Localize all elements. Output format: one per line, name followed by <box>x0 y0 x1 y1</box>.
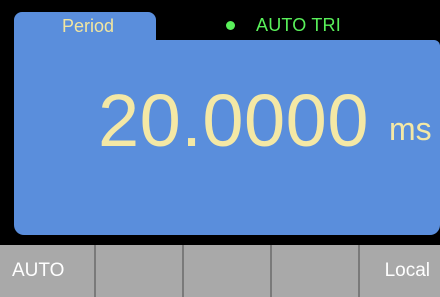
function-tab-label: Period <box>61 16 115 36</box>
measurement-unit: ms <box>389 111 432 147</box>
instrument-screen: Period AUTO TRI 20.0000 ms AUTO Local <box>0 0 440 297</box>
softkey-auto[interactable]: AUTO <box>0 245 96 297</box>
measurement-reading: 20.0000 <box>98 79 369 162</box>
softkey-4[interactable] <box>272 245 360 297</box>
measurement-display: 20.0000 ms <box>14 40 440 235</box>
softkey-3[interactable] <box>184 245 272 297</box>
softkey-local[interactable]: Local <box>360 245 440 297</box>
trigger-indicator-icon <box>226 20 235 30</box>
softkey-bar: AUTO Local <box>0 245 440 297</box>
trigger-status: AUTO TRI <box>226 13 341 37</box>
trigger-status-label: AUTO TRI <box>256 14 341 35</box>
softkey-2[interactable] <box>96 245 184 297</box>
